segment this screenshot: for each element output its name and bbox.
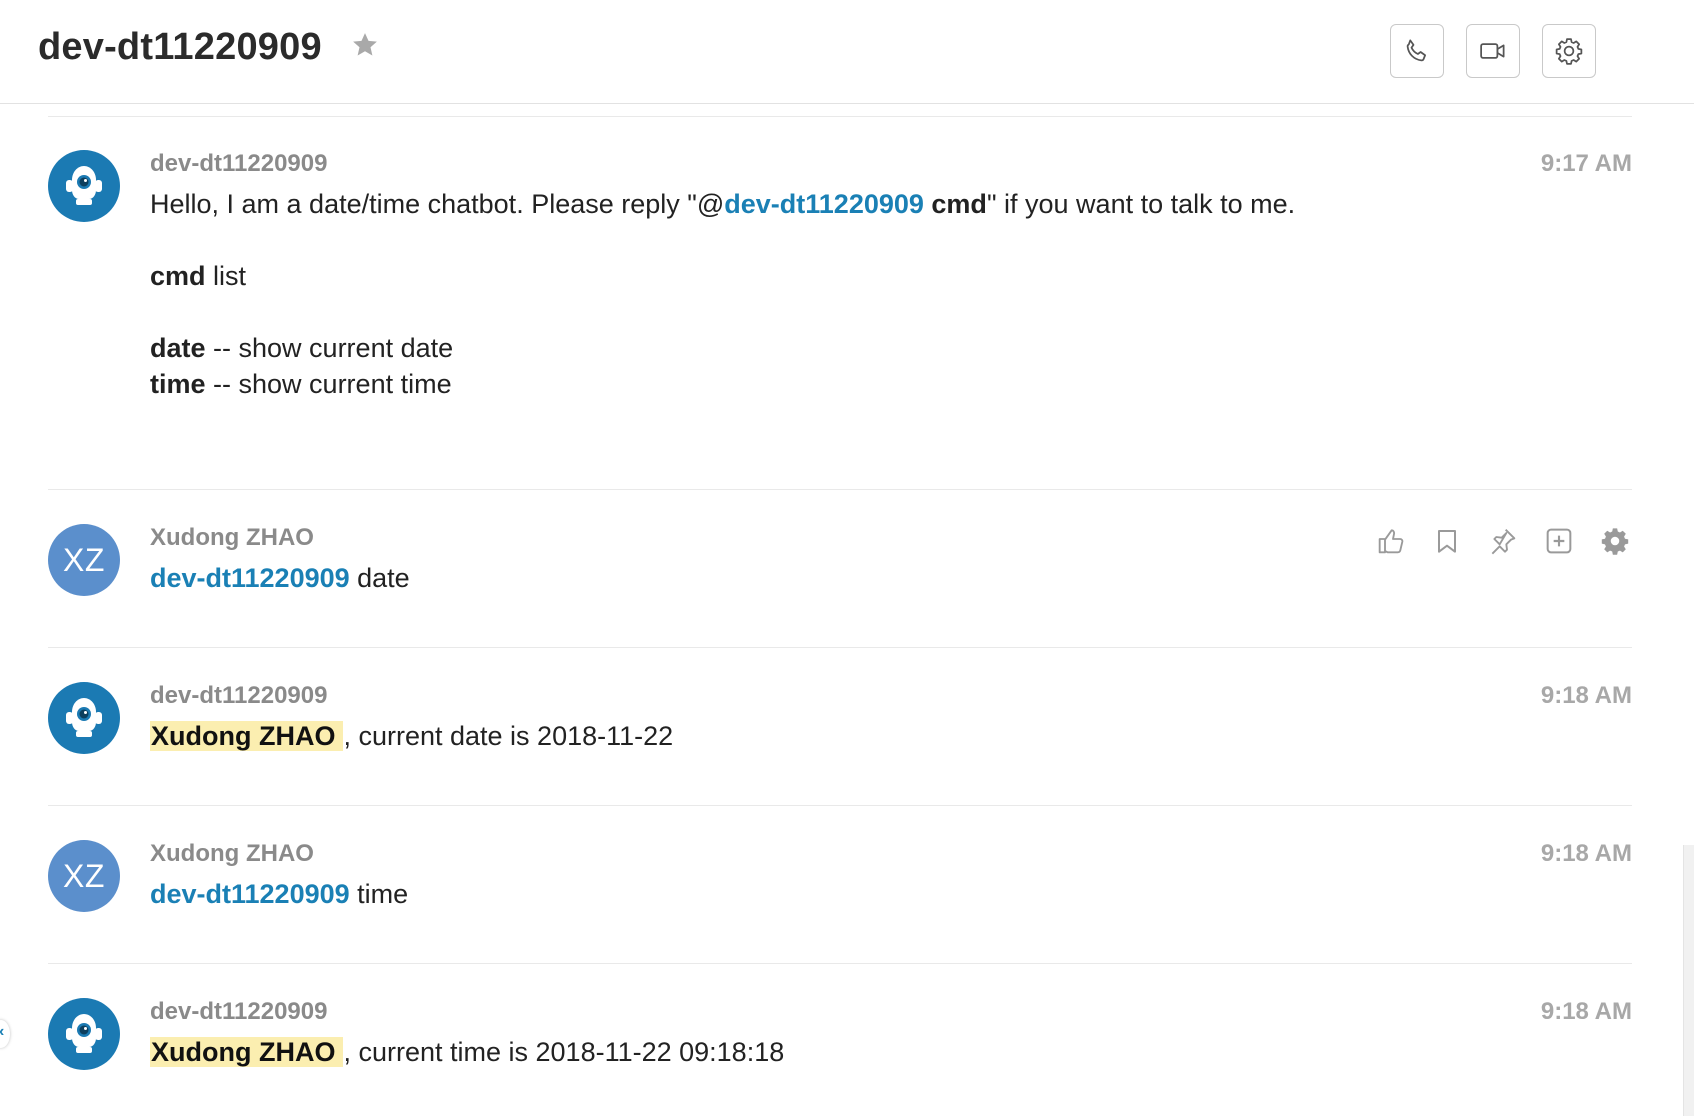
- message-body: dev-dt11220909 date: [150, 560, 410, 596]
- settings-button[interactable]: [1542, 24, 1596, 78]
- message-text: , current time is 2018-11-22 09:18:18: [343, 1037, 785, 1067]
- video-button[interactable]: [1466, 24, 1520, 78]
- user-mention-highlight[interactable]: Xudong ZHAO: [150, 721, 344, 751]
- message-text: time: [349, 879, 409, 909]
- command-name: time: [150, 369, 206, 399]
- user-mention-highlight[interactable]: Xudong ZHAO: [150, 1037, 344, 1067]
- chevron-left-icon: ‹: [0, 1023, 4, 1041]
- message-item[interactable]: XZ Xudong ZHAO dev-dt11220909 date: [48, 524, 1632, 648]
- conversation-title: dev-dt11220909: [38, 26, 322, 68]
- sender-name[interactable]: Xudong ZHAO: [150, 524, 314, 552]
- bookmark-button[interactable]: [1430, 524, 1464, 558]
- message-item[interactable]: dev-dt11220909 9:18 AM Xudong ZHAO, curr…: [48, 998, 1632, 1108]
- pin-icon: [1491, 529, 1516, 555]
- divider: [48, 647, 1632, 648]
- message-item[interactable]: dev-dt11220909 9:17 AM Hello, I am a dat…: [48, 150, 1632, 490]
- robot-icon: [66, 698, 102, 737]
- add-box-icon: [1546, 528, 1572, 554]
- message-item[interactable]: XZ Xudong ZHAO 9:18 AM dev-dt11220909 ti…: [48, 840, 1632, 964]
- bot-avatar[interactable]: [48, 998, 120, 1070]
- conversation-header: dev-dt11220909: [0, 0, 1694, 104]
- command-name: date: [150, 333, 206, 363]
- message-text: Hello, I am a date/time chatbot. Please …: [150, 189, 725, 219]
- command-item: date -- show current date: [150, 330, 1295, 366]
- star-icon[interactable]: [350, 30, 380, 60]
- more-button[interactable]: [1542, 524, 1576, 558]
- mention-link[interactable]: dev-dt11220909: [150, 563, 350, 593]
- user-avatar[interactable]: XZ: [48, 840, 120, 912]
- message-text: list: [205, 261, 247, 291]
- chat-window: dev-dt11220909 dev-dt11220909 9:17 AM He…: [0, 0, 1694, 1116]
- message-actions: [1374, 524, 1632, 558]
- command-desc: -- show current date: [205, 333, 454, 363]
- message-time: 9:18 AM: [1540, 840, 1632, 867]
- robot-icon: [66, 1014, 102, 1053]
- cmd-label: cmd: [150, 261, 206, 291]
- message-text: date: [349, 563, 410, 593]
- sender-name[interactable]: Xudong ZHAO: [150, 840, 314, 868]
- divider: [48, 805, 1632, 806]
- message-text: " if you want to talk to me.: [986, 189, 1296, 219]
- message-settings-button[interactable]: [1598, 524, 1632, 558]
- divider: [48, 489, 1632, 490]
- message-body: Xudong ZHAO, current time is 2018-11-22 …: [150, 1034, 784, 1070]
- sender-name[interactable]: dev-dt11220909: [150, 150, 327, 178]
- bookmark-icon: [1438, 530, 1456, 553]
- gear-icon: [1555, 38, 1583, 65]
- message-body: dev-dt11220909 time: [150, 876, 408, 912]
- gear-icon: [1601, 528, 1629, 555]
- message-body: Xudong ZHAO, current date is 2018-11-22: [150, 718, 673, 754]
- call-button[interactable]: [1390, 24, 1444, 78]
- bot-avatar[interactable]: [48, 682, 120, 754]
- message-body: Hello, I am a date/time chatbot. Please …: [150, 186, 1295, 402]
- thumbs-up-icon: [1378, 529, 1404, 554]
- mention-link[interactable]: dev-dt11220909: [150, 879, 350, 909]
- pin-button[interactable]: [1486, 524, 1520, 558]
- command-item: time -- show current time: [150, 366, 1295, 402]
- message-time: 9:18 AM: [1540, 998, 1632, 1025]
- user-avatar[interactable]: XZ: [48, 524, 120, 596]
- cmd-keyword: cmd: [923, 189, 987, 219]
- sender-name[interactable]: dev-dt11220909: [150, 998, 327, 1026]
- message-item[interactable]: dev-dt11220909 9:18 AM Xudong ZHAO, curr…: [48, 682, 1632, 806]
- scrollbar[interactable]: [1683, 845, 1694, 1116]
- message-time: 9:17 AM: [1540, 150, 1632, 177]
- mention-link[interactable]: dev-dt11220909: [724, 189, 924, 219]
- sender-name[interactable]: dev-dt11220909: [150, 682, 327, 710]
- divider: [48, 963, 1632, 964]
- message-list[interactable]: dev-dt11220909 9:17 AM Hello, I am a dat…: [0, 104, 1694, 1116]
- bot-avatar[interactable]: [48, 150, 120, 222]
- command-desc: -- show current time: [205, 369, 452, 399]
- divider: [48, 116, 1632, 117]
- phone-icon: [1406, 39, 1426, 62]
- like-button[interactable]: [1374, 524, 1408, 558]
- video-camera-icon: [1480, 43, 1505, 59]
- message-time: 9:18 AM: [1540, 682, 1632, 709]
- robot-icon: [66, 166, 102, 205]
- message-text: , current date is 2018-11-22: [343, 721, 674, 751]
